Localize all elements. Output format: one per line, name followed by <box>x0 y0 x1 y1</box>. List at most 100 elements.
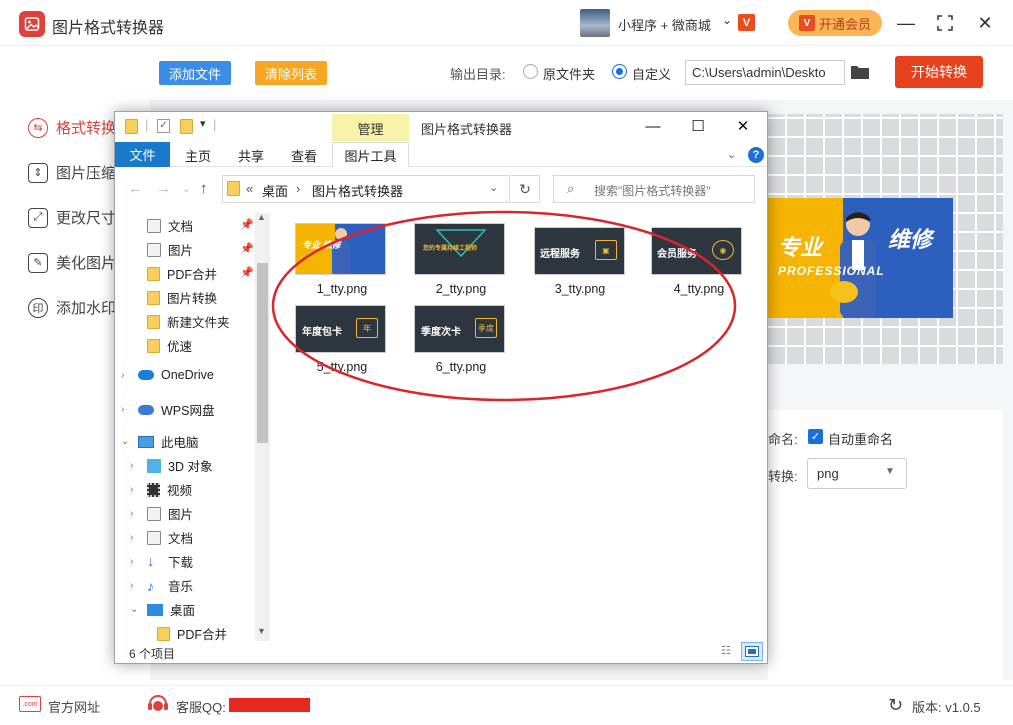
clear-list-button[interactable]: 清除列表 <box>255 61 327 85</box>
app-title: 图片格式转换器 <box>52 20 165 37</box>
start-convert-button[interactable]: 开始转换 <box>895 56 983 88</box>
preview-image: 专业 维修 PROFESSIONAL <box>768 198 953 318</box>
vip-button[interactable]: V 开通会员 <box>788 10 882 36</box>
official-site-link[interactable]: 官方网址 <box>48 697 100 716</box>
refresh-icon[interactable]: ↻ <box>511 175 540 203</box>
nav-item-pc-pictures[interactable]: › 图片 <box>130 504 193 523</box>
nav-item-desktop-pdf-merge[interactable]: PDF合并 <box>157 624 227 643</box>
up-arrow-icon[interactable]: ↑ <box>200 180 208 197</box>
auto-rename-checkbox[interactable]: ✓ <box>808 429 823 444</box>
tab-home[interactable]: 主页 <box>185 146 211 165</box>
back-arrow-icon[interactable]: ← <box>128 180 143 197</box>
nav-item-onedrive[interactable]: › OneDrive <box>121 368 214 382</box>
sidebar-item-watermark[interactable]: 印 添加水印 <box>28 297 116 318</box>
chevron-right-icon[interactable]: › <box>130 532 140 543</box>
chevron-right-icon[interactable]: › <box>121 404 131 415</box>
chevron-right-icon[interactable]: › <box>130 580 140 591</box>
address-dropdown-icon[interactable]: ⌄ <box>489 181 498 194</box>
tab-picture-tools[interactable]: 图片工具 <box>332 142 409 167</box>
nav-item-videos[interactable]: › 视频 <box>130 480 192 499</box>
breadcrumb-separator-icon[interactable]: › <box>296 181 300 196</box>
output-dir-label: 输出目录: <box>450 67 506 82</box>
auto-rename-label[interactable]: 自动重命名 <box>828 429 893 448</box>
scroll-down-icon[interactable]: ▼ <box>257 626 266 636</box>
preview-text-right: 维修 <box>888 227 933 252</box>
folder-icon <box>147 266 160 281</box>
nav-item-pictures[interactable]: 图片 <box>147 240 193 259</box>
nav-pane-scroll-thumb[interactable] <box>257 263 268 443</box>
desktop-icon <box>147 603 163 616</box>
breadcrumb-desktop[interactable]: 桌面 <box>262 181 288 200</box>
chevron-right-icon[interactable]: › <box>130 556 140 567</box>
large-icons-view-icon[interactable] <box>741 642 763 661</box>
ribbon-expand-icon[interactable]: ⌄ <box>727 148 736 161</box>
details-view-icon[interactable]: ☷ <box>721 644 737 658</box>
nav-label: 3D 对象 <box>168 460 213 474</box>
help-icon[interactable]: ? <box>748 147 764 163</box>
explorer-minimize-icon[interactable]: — <box>641 116 665 136</box>
radio-custom-label[interactable]: 自定义 <box>632 64 671 83</box>
tab-file[interactable]: 文件 <box>115 142 170 167</box>
preview-text-sub: PROFESSIONAL <box>778 264 885 278</box>
qat-dropdown-icon[interactable]: ▾ <box>200 117 206 130</box>
recent-locations-icon[interactable]: ⌄ <box>182 184 190 195</box>
nav-item-wps[interactable]: › WPS网盘 <box>121 400 214 419</box>
tab-share[interactable]: 共享 <box>238 146 264 165</box>
chevron-right-icon[interactable]: › <box>130 460 140 471</box>
folder-browse-icon[interactable] <box>850 64 870 80</box>
nav-item-music[interactable]: › ♪ 音乐 <box>130 576 193 595</box>
sidebar-item-beautify[interactable]: ✎ 美化图片 <box>28 252 116 273</box>
nav-item-yousu[interactable]: 优速 <box>147 336 192 355</box>
3d-objects-icon <box>147 458 161 473</box>
nav-item-documents[interactable]: 文档 <box>147 216 193 235</box>
radio-custom-folder[interactable] <box>612 64 627 79</box>
properties-icon[interactable]: ✓ <box>157 119 170 133</box>
tab-view[interactable]: 查看 <box>291 146 317 165</box>
pin-icon[interactable]: 📌 <box>240 266 254 279</box>
sidebar-item-compress[interactable]: ⇕ 图片压缩 <box>28 162 116 183</box>
nav-item-downloads[interactable]: › ↓ 下载 <box>130 552 193 571</box>
nav-label: OneDrive <box>161 368 214 382</box>
output-path-input[interactable]: C:\Users\admin\Deskto <box>685 60 845 85</box>
nav-item-pdf-merge[interactable]: PDF合并 <box>147 264 217 283</box>
breadcrumb-overflow[interactable]: « <box>246 181 253 196</box>
explorer-maximize-icon[interactable]: ☐ <box>686 116 710 136</box>
chevron-down-icon[interactable]: ⌄ <box>722 13 732 27</box>
nav-item-desktop[interactable]: ⌄ 桌面 <box>130 600 195 619</box>
maximize-icon[interactable] <box>932 10 958 36</box>
version-label: 版本: v1.0.5 <box>912 700 981 715</box>
folder-icon <box>125 119 138 134</box>
chevron-right-icon[interactable]: › <box>130 484 140 495</box>
update-refresh-icon[interactable]: ↻ <box>888 695 903 716</box>
nav-item-image-convert[interactable]: 图片转换 <box>147 288 217 307</box>
radio-original-folder[interactable] <box>523 64 538 79</box>
search-placeholder[interactable]: 搜索"图片格式转换器" <box>594 182 711 199</box>
app-logo-icon <box>19 11 45 37</box>
chevron-right-icon[interactable]: › <box>130 508 140 519</box>
nav-item-pc-documents[interactable]: › 文档 <box>130 528 193 547</box>
nav-item-this-pc[interactable]: ⌄ 此电脑 <box>121 432 199 451</box>
chevron-right-icon[interactable]: › <box>121 370 131 381</box>
nav-item-3d-objects[interactable]: › 3D 对象 <box>130 456 212 475</box>
sidebar-item-convert[interactable]: ⇆ 格式转换 <box>28 117 116 138</box>
mini-program-thumbnail[interactable] <box>580 9 610 37</box>
chevron-down-icon[interactable]: ▼ <box>885 466 895 477</box>
radio-original-label[interactable]: 原文件夹 <box>543 64 595 83</box>
new-folder-icon[interactable] <box>180 119 193 134</box>
forward-arrow-icon[interactable]: → <box>156 180 171 197</box>
minimize-icon[interactable]: — <box>893 10 919 36</box>
close-icon[interactable]: ✕ <box>972 10 998 36</box>
sidebar-item-resize[interactable]: ⤢ 更改尺寸 <box>28 207 116 228</box>
add-files-button[interactable]: 添加文件 <box>159 61 231 85</box>
breadcrumb-current[interactable]: 图片格式转换器 <box>312 181 403 200</box>
scroll-up-icon[interactable]: ▲ <box>257 212 266 222</box>
nav-label: 此电脑 <box>161 436 199 450</box>
pin-icon[interactable]: 📌 <box>240 218 254 231</box>
pin-icon[interactable]: 📌 <box>240 242 254 255</box>
explorer-close-icon[interactable]: ✕ <box>731 116 755 136</box>
chevron-down-icon[interactable]: ⌄ <box>130 604 140 615</box>
nav-item-new-folder[interactable]: 新建文件夹 <box>147 312 230 331</box>
mini-program-link[interactable]: 小程序 + 微商城 <box>618 15 711 34</box>
manage-contextual-tab[interactable]: 管理 <box>332 114 409 141</box>
chevron-down-icon[interactable]: ⌄ <box>121 436 131 447</box>
